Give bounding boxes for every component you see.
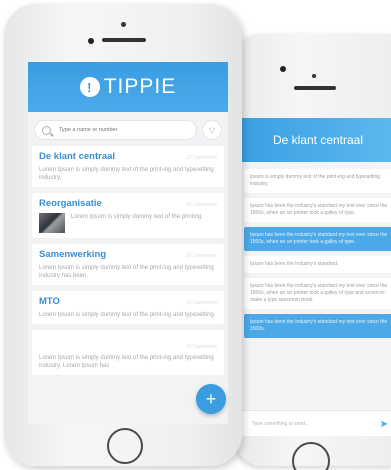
speaker-grille <box>294 86 336 90</box>
topic-list-screen: ! TIPPIE ▽ De klant centraal 10 Comments… <box>28 62 228 424</box>
topic-excerpt: Lorem Ipsum is simply dummy text of the … <box>39 265 214 279</box>
topic-title: Reorganisatie <box>39 198 102 209</box>
topic-card[interactable]: Reorganisatie 10 Comments Lorem Ipsum is… <box>32 193 224 238</box>
chat-message-own: Ipsum has been the industry's standard m… <box>244 227 391 251</box>
chat-header: De klant centraal <box>242 118 391 162</box>
chat-message-own: Ipsum has been the industry's standard m… <box>244 314 391 338</box>
chat-input-placeholder: Type something to send... <box>252 420 310 427</box>
chat-title: De klant centraal <box>272 133 364 147</box>
search-row: ▽ <box>28 112 228 146</box>
back-phone: De klant centraal Ipsum is simply dummy … <box>236 34 391 470</box>
sensor-dot <box>121 22 126 27</box>
topic-card[interactable]: MTO 10 Comments Lorem Ipsum is simply du… <box>32 291 224 324</box>
app-title: TIPPIE <box>103 75 177 98</box>
topic-title: Samenwerking <box>39 249 107 260</box>
home-button[interactable] <box>292 442 330 470</box>
topic-excerpt: Lorem Ipsum is simply dummy text of the … <box>39 167 214 181</box>
camera-icon <box>88 38 94 44</box>
front-phone: ! TIPPIE ▽ De klant centraal 10 Comments… <box>4 4 242 466</box>
sensor-dot <box>312 74 316 78</box>
topic-card[interactable]: 10 Comments Lorem Ipsum is simply dummy … <box>32 330 224 375</box>
topic-excerpt: Lorem Ipsum is simply dummy text of the … <box>39 355 214 369</box>
comment-count: 10 Comments <box>185 344 217 350</box>
comment-count: 10 Comments <box>185 253 217 259</box>
camera-icon <box>280 66 286 72</box>
speaker-grille <box>102 38 146 42</box>
app-header: ! TIPPIE <box>28 62 228 112</box>
tippie-logo-icon: ! <box>79 77 100 97</box>
topic-title: MTO <box>39 296 60 307</box>
filter-button[interactable]: ▽ <box>202 120 222 140</box>
comment-count: 10 Comments <box>185 300 217 306</box>
chat-screen: De klant centraal Ipsum is simply dummy … <box>242 118 391 436</box>
mockup-stage: De klant centraal Ipsum is simply dummy … <box>0 0 391 470</box>
chat-message: Ipsum is simply dummy text of the print-… <box>244 169 391 193</box>
topic-thumbnail <box>39 213 65 233</box>
search-box[interactable] <box>34 120 197 140</box>
send-icon[interactable]: ➤ <box>380 419 388 430</box>
filter-icon: ▽ <box>208 125 216 135</box>
topic-excerpt: Lorem Ipsum is simply dummy text of the … <box>39 312 216 318</box>
comment-count: 10 Comments <box>185 202 217 208</box>
topic-excerpt: Lorem Ipsum is simply dummy text of the … <box>71 214 204 220</box>
topic-title: De klant centraal <box>39 151 116 162</box>
search-input[interactable] <box>59 127 179 133</box>
chat-message: Ipsum has been the industry's standard m… <box>244 198 391 222</box>
home-button[interactable] <box>107 428 143 464</box>
chat-message: Ipsum has been the industry's standard m… <box>244 278 391 309</box>
topic-card[interactable]: Samenwerking 10 Comments Lorem Ipsum is … <box>32 244 224 285</box>
comment-count: 10 Comments <box>185 155 217 161</box>
chat-message-list: Ipsum is simply dummy text of the print-… <box>242 162 391 340</box>
chat-input[interactable]: Type something to send... ➤ <box>242 410 391 436</box>
add-topic-button[interactable]: + <box>196 384 226 414</box>
chat-message: Ipsum has been the industry's standard. <box>244 256 391 273</box>
search-icon <box>42 125 51 135</box>
topic-card[interactable]: De klant centraal 10 Comments Lorem Ipsu… <box>32 146 224 187</box>
